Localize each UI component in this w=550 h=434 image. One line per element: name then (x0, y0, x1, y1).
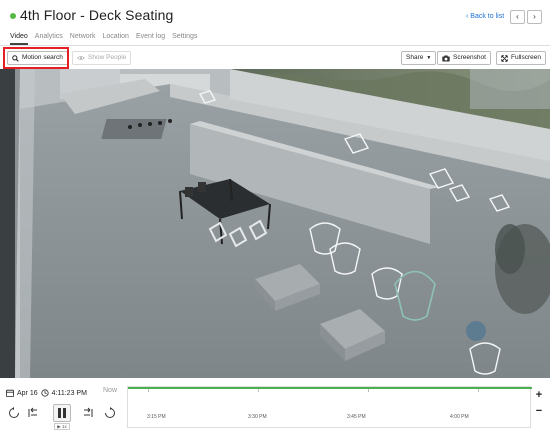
timeline-tick (148, 389, 149, 392)
online-status-dot (10, 13, 16, 19)
motion-search-highlight (3, 47, 69, 69)
screenshot-button[interactable]: Screenshot (437, 51, 491, 65)
share-label: Share (406, 54, 424, 61)
playback-time: 4:11:23 PM (51, 389, 87, 397)
screenshot-label: Screenshot (453, 54, 486, 61)
fullscreen-icon (501, 54, 508, 62)
forward-10s-button[interactable] (103, 406, 117, 420)
caret-down-icon: ▼ (426, 55, 432, 61)
playback-controls: ▶ 1x (7, 404, 122, 430)
tab-analytics[interactable]: Analytics (35, 33, 63, 45)
camera-icon (442, 55, 450, 61)
camera-header: 4th Floor - Deck Seating ‹ Back to list … (0, 0, 550, 46)
video-toolbar: Motion search Show People Share ▼ Screen… (0, 47, 550, 69)
show-people-button[interactable]: Show People (72, 51, 132, 65)
camera-tabs: Video Analytics Network Location Event l… (10, 33, 197, 45)
fast-forward-icon (105, 407, 115, 418)
rewind-icon (9, 407, 19, 418)
playback-date: Apr 16 (17, 389, 38, 397)
rewind-10s-button[interactable] (7, 406, 21, 420)
header-divider (0, 45, 550, 46)
skip-forward-icon (84, 407, 93, 417)
timeline-label: 4:00 PM (450, 414, 469, 420)
playback-speed[interactable]: ▶ 1x (54, 423, 70, 430)
skip-back-icon (28, 407, 37, 417)
pause-button[interactable] (53, 404, 71, 422)
zoom-out-button[interactable]: − (533, 405, 545, 417)
back-to-list-link[interactable]: ‹ Back to list (466, 13, 504, 20)
tab-event-log[interactable]: Event log (136, 33, 165, 45)
timeline-label: 3:15 PM (147, 414, 166, 420)
previous-camera-button[interactable]: ‹ (510, 10, 525, 24)
next-event-button[interactable] (81, 406, 95, 420)
now-button[interactable]: Now (99, 385, 121, 396)
tab-location[interactable]: Location (102, 33, 128, 45)
tab-video[interactable]: Video (10, 33, 28, 45)
pause-icon (58, 408, 66, 418)
plus-icon: + (535, 389, 543, 401)
tab-network[interactable]: Network (70, 33, 96, 45)
chevron-left-icon: ‹ (516, 12, 519, 21)
timeline-tick (478, 389, 479, 392)
eye-icon (77, 56, 85, 60)
camera-title: 4th Floor - Deck Seating (20, 7, 174, 23)
fullscreen-label: Fullscreen (511, 54, 541, 61)
calendar-icon (6, 389, 14, 397)
timeline-tick (368, 389, 369, 392)
playback-panel: Apr 16 4:11:23 PM Now ▶ 1x 3:15 PM 3:30 … (0, 378, 550, 434)
zoom-in-button[interactable]: + (533, 389, 545, 401)
datetime-picker[interactable]: Apr 16 4:11:23 PM (6, 387, 87, 399)
timeline-recorded-bar (128, 387, 532, 389)
timeline-tick (258, 389, 259, 392)
chevron-right-icon: › (533, 12, 536, 21)
previous-event-button[interactable] (26, 406, 40, 420)
back-to-list-label: Back to list (470, 13, 505, 20)
share-button[interactable]: Share ▼ (401, 51, 437, 65)
rooftop-deck-scene (0, 69, 550, 378)
camera-video-feed[interactable] (0, 69, 550, 378)
timeline-label: 3:30 PM (248, 414, 267, 420)
next-camera-button[interactable]: › (527, 10, 542, 24)
clock-icon (41, 389, 49, 397)
timeline-scrubber[interactable]: 3:15 PM 3:30 PM 3:45 PM 4:00 PM (127, 386, 532, 428)
chevron-left-icon: ‹ (466, 13, 469, 20)
tab-settings[interactable]: Settings (172, 33, 197, 45)
show-people-label: Show People (88, 54, 127, 61)
timeline-label: 3:45 PM (347, 414, 366, 420)
fullscreen-button[interactable]: Fullscreen (496, 51, 546, 65)
minus-icon: − (535, 405, 543, 417)
